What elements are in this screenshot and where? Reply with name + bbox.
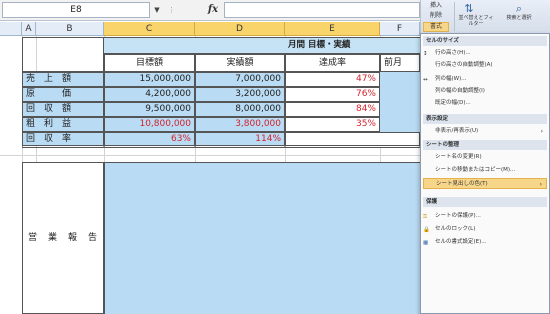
row-height-icon: ↕ bbox=[423, 50, 428, 57]
row-label[interactable]: 回 収 率 bbox=[22, 132, 104, 148]
header-actual: 実績額 bbox=[195, 54, 285, 72]
find-select-button[interactable]: 検索と選択 bbox=[501, 15, 537, 32]
menu-item-protect-sheet[interactable]: ⚿ シートの保護(P)... bbox=[423, 211, 547, 222]
column-header-d[interactable]: D bbox=[195, 22, 285, 36]
target-cell[interactable]: 4,200,000 bbox=[104, 87, 195, 102]
target-cell[interactable]: 15,000,000 bbox=[104, 72, 195, 87]
menu-section-visibility: 表示設定 bbox=[423, 114, 547, 124]
menu-item-col-width-label: 列の幅(W)... bbox=[435, 76, 467, 82]
row-header-box bbox=[22, 37, 104, 72]
menu-section-cell-size: セルのサイズ bbox=[423, 36, 547, 46]
target-cell[interactable]: 9,500,000 bbox=[104, 102, 195, 117]
menu-item-autofit-col-label: 列の幅の自動調整(I) bbox=[435, 88, 485, 94]
row-label[interactable]: 原 価 bbox=[22, 87, 104, 102]
rate-cell[interactable]: 84% bbox=[285, 102, 380, 117]
actual-cell[interactable]: 8,000,000 bbox=[195, 102, 285, 117]
actual-cell[interactable]: 3,800,000 bbox=[195, 117, 285, 132]
row-label[interactable]: 回 収 額 bbox=[22, 102, 104, 117]
name-box-dropdown-icon[interactable]: ▼ bbox=[150, 2, 164, 18]
menu-item-col-width[interactable]: ↔ 列の幅(W)... bbox=[423, 74, 547, 85]
insert-button[interactable]: 挿入 bbox=[423, 2, 449, 11]
menu-item-default-width-label: 既定の幅(D)... bbox=[435, 100, 471, 106]
menu-item-rename-sheet[interactable]: シート名の変更(R) bbox=[423, 152, 547, 163]
menu-item-format-cells[interactable]: ▦ セルの書式設定(E)... bbox=[423, 237, 547, 248]
rate-cell[interactable]: 47% bbox=[285, 72, 380, 87]
menu-item-row-height[interactable]: ↕ 行の高さ(H)... bbox=[423, 48, 547, 59]
menu-section-sheet: シートの整理 bbox=[423, 140, 547, 150]
rename-sheet-icon bbox=[423, 153, 432, 161]
column-header-a[interactable]: A bbox=[22, 22, 36, 36]
gridline bbox=[0, 155, 420, 156]
header-prev: 前月 bbox=[380, 54, 420, 72]
sort-filter-button[interactable]: 並べ替えとフィルター bbox=[457, 15, 495, 32]
ribbon-divider bbox=[454, 2, 455, 31]
menu-item-autofit-col[interactable]: 列の幅の自動調整(I) bbox=[423, 86, 547, 97]
report-label: 営 業 報 告 bbox=[27, 233, 98, 243]
menu-section-protect: 保護 bbox=[423, 197, 547, 207]
format-cells-icon: ▦ bbox=[423, 239, 429, 246]
menu-item-row-height-label: 行の高さ(H)... bbox=[435, 50, 471, 56]
ribbon-cells-group: 挿入 削除 書式 ⇅ 並べ替えとフィルター ⌕ 検索と選択 bbox=[420, 0, 550, 33]
sheet-title: 月間 目標・実績 bbox=[288, 40, 351, 50]
menu-item-protect-sheet-label: シートの保護(P)... bbox=[435, 213, 481, 219]
menu-item-hide-unhide[interactable]: 非表示/再表示(U) › bbox=[423, 126, 547, 137]
column-header-c[interactable]: C bbox=[104, 22, 195, 36]
select-all-corner[interactable] bbox=[0, 22, 22, 36]
header-target: 目標額 bbox=[104, 54, 195, 72]
column-header-b[interactable]: B bbox=[36, 22, 104, 36]
menu-item-lock-cell-label: セルのロック(L) bbox=[435, 226, 476, 232]
autofit-row-icon bbox=[423, 61, 432, 69]
menu-item-autofit-row[interactable]: 行の高さの自動調整(A) bbox=[423, 60, 547, 71]
name-box[interactable]: E8 bbox=[2, 2, 150, 18]
row-label[interactable]: 売 上 額 bbox=[22, 72, 104, 87]
delete-button[interactable]: 削除 bbox=[423, 12, 449, 21]
menu-item-move-copy-label: シートの移動またはコピー(M)... bbox=[435, 167, 516, 173]
menu-item-autofit-row-label: 行の高さの自動調整(A) bbox=[435, 62, 493, 68]
menu-item-format-cells-label: セルの書式設定(E)... bbox=[435, 239, 487, 245]
resize-grip-icon[interactable]: ⋮ bbox=[168, 6, 204, 14]
menu-item-tab-color-label: シート見出しの色(T) bbox=[436, 181, 488, 187]
report-area[interactable] bbox=[104, 162, 420, 314]
tab-color-icon bbox=[424, 180, 433, 188]
menu-item-move-copy[interactable]: シートの移動またはコピー(M)... bbox=[423, 165, 547, 176]
menu-item-tab-color[interactable]: シート見出しの色(T) › bbox=[423, 178, 547, 189]
rate-cell[interactable]: 76% bbox=[285, 87, 380, 102]
target-cell[interactable]: 10,800,000 bbox=[104, 117, 195, 132]
column-header-e[interactable]: E bbox=[285, 22, 380, 36]
actual-cell[interactable]: 7,000,000 bbox=[195, 72, 285, 87]
hide-unhide-icon bbox=[423, 127, 432, 135]
format-dropdown-menu: セルのサイズ ↕ 行の高さ(H)... 行の高さの自動調整(A) ↔ 列の幅(W).… bbox=[420, 33, 550, 314]
lock-icon: 🔒 bbox=[423, 226, 430, 233]
actual-cell[interactable]: 3,200,000 bbox=[195, 87, 285, 102]
column-header-f[interactable]: F bbox=[380, 22, 420, 36]
rate-cell[interactable] bbox=[285, 132, 420, 148]
menu-item-default-width[interactable]: 既定の幅(D)... bbox=[423, 98, 547, 109]
actual-cell[interactable]: 114% bbox=[195, 132, 285, 148]
formula-input[interactable] bbox=[224, 2, 420, 18]
protect-sheet-icon: ⚿ bbox=[423, 213, 428, 220]
insert-function-icon[interactable]: fx bbox=[206, 3, 220, 17]
move-copy-icon bbox=[423, 166, 432, 174]
default-width-icon bbox=[423, 99, 432, 107]
rate-cell[interactable]: 35% bbox=[285, 117, 380, 132]
row-label[interactable]: 粗 利 益 bbox=[22, 117, 104, 132]
menu-item-rename-sheet-label: シート名の変更(R) bbox=[435, 154, 482, 160]
sort-filter-icon[interactable]: ⇅ bbox=[461, 2, 477, 15]
target-cell[interactable]: 63% bbox=[104, 132, 195, 148]
menu-item-hide-unhide-label: 非表示/再表示(U) bbox=[435, 128, 479, 134]
find-select-icon[interactable]: ⌕ bbox=[511, 2, 527, 15]
submenu-arrow-icon: › bbox=[539, 181, 542, 188]
menu-item-lock-cell[interactable]: 🔒 セルのロック(L) bbox=[423, 224, 547, 235]
submenu-arrow-icon: › bbox=[540, 128, 543, 135]
column-width-icon: ↔ bbox=[423, 76, 428, 83]
format-button[interactable]: 書式 bbox=[423, 22, 449, 32]
autofit-col-icon bbox=[423, 87, 432, 95]
header-rate: 達成率 bbox=[285, 54, 380, 72]
